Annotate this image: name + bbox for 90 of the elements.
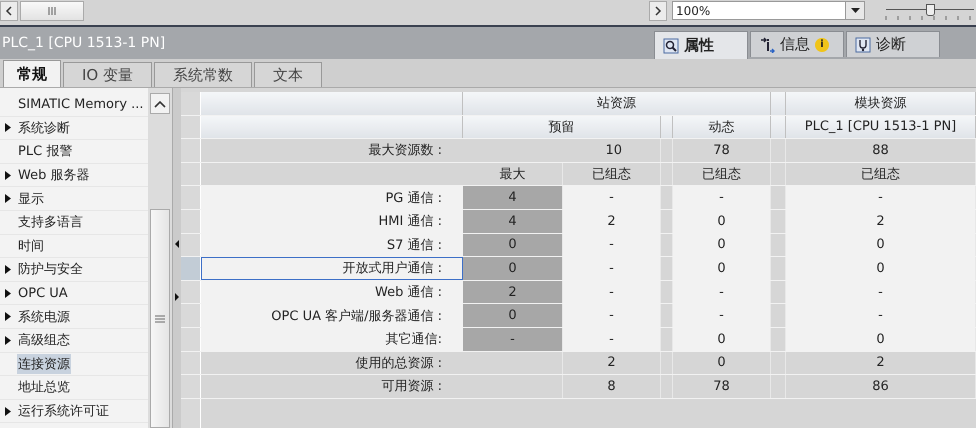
table-cell: - (786, 186, 976, 209)
scrollbar-thumb[interactable] (150, 209, 170, 428)
table-cell: - (563, 328, 661, 351)
scrollbar-thumb[interactable] (20, 0, 84, 20)
inspector-tab[interactable]: 信息 i (750, 31, 844, 57)
nav-item[interactable]: PLC 报警 (17, 141, 74, 162)
column-header: PLC_1 [CPU 1513-1 PN] (786, 116, 976, 138)
dropdown-arrow-icon (850, 8, 860, 14)
row-label: OPC UA 客户端/服务器通信 : (201, 304, 463, 327)
table-cell: - (563, 257, 661, 280)
nav-item[interactable]: 显示 (17, 188, 45, 209)
table-cell: 2 (786, 210, 976, 233)
expand-arrow-icon[interactable] (5, 194, 11, 204)
tab[interactable]: IO 变量 (63, 62, 152, 87)
inspector-tab[interactable]: 属性 (654, 31, 748, 59)
table-cell: 2 (463, 280, 563, 304)
nav-item[interactable]: 系统电源 (17, 306, 71, 327)
nav-item[interactable]: 连接资源 (17, 354, 71, 374)
expand-arrow-icon[interactable] (5, 288, 11, 298)
tab[interactable]: 常规 (3, 60, 61, 87)
nav-item[interactable]: 系统诊断 (17, 118, 71, 138)
expand-arrow-icon[interactable] (5, 170, 11, 180)
scroll-up-button[interactable] (150, 93, 170, 114)
column-header: 预留 (463, 116, 661, 138)
column-header (661, 116, 673, 138)
table-cell: - (786, 304, 976, 327)
nav-item[interactable]: OPC UA (17, 284, 69, 302)
table-cell: - (463, 328, 563, 351)
table-cell: 0 (463, 234, 563, 256)
row-label: Web 通信 : (201, 280, 463, 304)
column-header (771, 92, 786, 115)
table-cell: 0 (786, 328, 976, 351)
row-label: 开放式用户通信 : (201, 257, 463, 280)
scroll-left-button[interactable] (0, 0, 18, 20)
chevron-left-icon (5, 6, 13, 16)
row-label: S7 通信 : (201, 234, 463, 256)
nav-item[interactable]: 时间 (17, 236, 45, 256)
table-cell: 2 (563, 210, 661, 233)
expand-arrow-icon[interactable] (5, 312, 11, 322)
table-cell: 0 (463, 257, 563, 280)
expand-arrow-icon[interactable] (5, 406, 11, 416)
magnifier-icon (663, 38, 679, 54)
column-header: 动态 (673, 116, 771, 138)
table-cell: 0 (463, 304, 563, 327)
nav-item[interactable]: 支持多语言 (17, 212, 84, 232)
table-cell: 0 (673, 234, 771, 256)
nav-item[interactable]: 高级组态 (17, 330, 71, 350)
collapse-left-icon[interactable] (175, 240, 179, 248)
info-arrow-icon (759, 36, 775, 52)
chevron-right-icon (654, 6, 662, 16)
expand-right-icon[interactable] (175, 293, 179, 301)
info-badge: i (815, 38, 829, 52)
scroll-right-button[interactable] (649, 0, 667, 20)
row-label: PG 通信 : (201, 186, 463, 209)
expand-arrow-icon[interactable] (5, 123, 11, 132)
column-header: 站资源 (463, 92, 771, 115)
expand-arrow-icon[interactable] (5, 336, 11, 345)
table-cell: - (563, 186, 661, 209)
nav-item[interactable]: SIMATIC Memory ... (17, 96, 145, 113)
table-cell: 0 (673, 257, 771, 280)
table-cell: 4 (463, 186, 563, 209)
grip-icon (47, 6, 57, 14)
tab[interactable]: 系统常数 (154, 62, 252, 87)
table-cell: - (563, 280, 661, 304)
table-cell: 0 (786, 234, 976, 256)
column-header: 模块资源 (786, 92, 976, 115)
table-cell: - (673, 280, 771, 304)
table-cell: 4 (463, 210, 563, 233)
table-cell: 0 (673, 328, 771, 351)
table-cell: - (563, 304, 661, 327)
grip-icon (155, 314, 165, 322)
tab[interactable]: 文本 (254, 62, 322, 87)
expand-arrow-icon[interactable] (5, 264, 11, 274)
chevron-up-icon (154, 100, 166, 108)
row-label: HMI 通信 : (201, 210, 463, 233)
inspector-tab[interactable]: 诊断 (846, 31, 940, 57)
zoom-dropdown[interactable]: 100% (672, 1, 865, 20)
nav-item[interactable]: Web 服务器 (17, 165, 90, 186)
table-cell: - (786, 280, 976, 304)
table-cell: 0 (673, 210, 771, 233)
nav-item[interactable]: 运行系统许可证 (17, 401, 110, 422)
column-header (771, 116, 786, 138)
table-cell: - (673, 304, 771, 327)
table-cell: 0 (786, 257, 976, 280)
nav-item[interactable]: 防护与安全 (17, 259, 84, 280)
row-label: 其它通信: (201, 328, 463, 351)
nav-item[interactable]: 地址总览 (17, 377, 71, 398)
table-cell: - (563, 234, 661, 256)
panel-title: PLC_1 [CPU 1513-1 PN] (1, 35, 166, 51)
table-cell: - (673, 186, 771, 209)
